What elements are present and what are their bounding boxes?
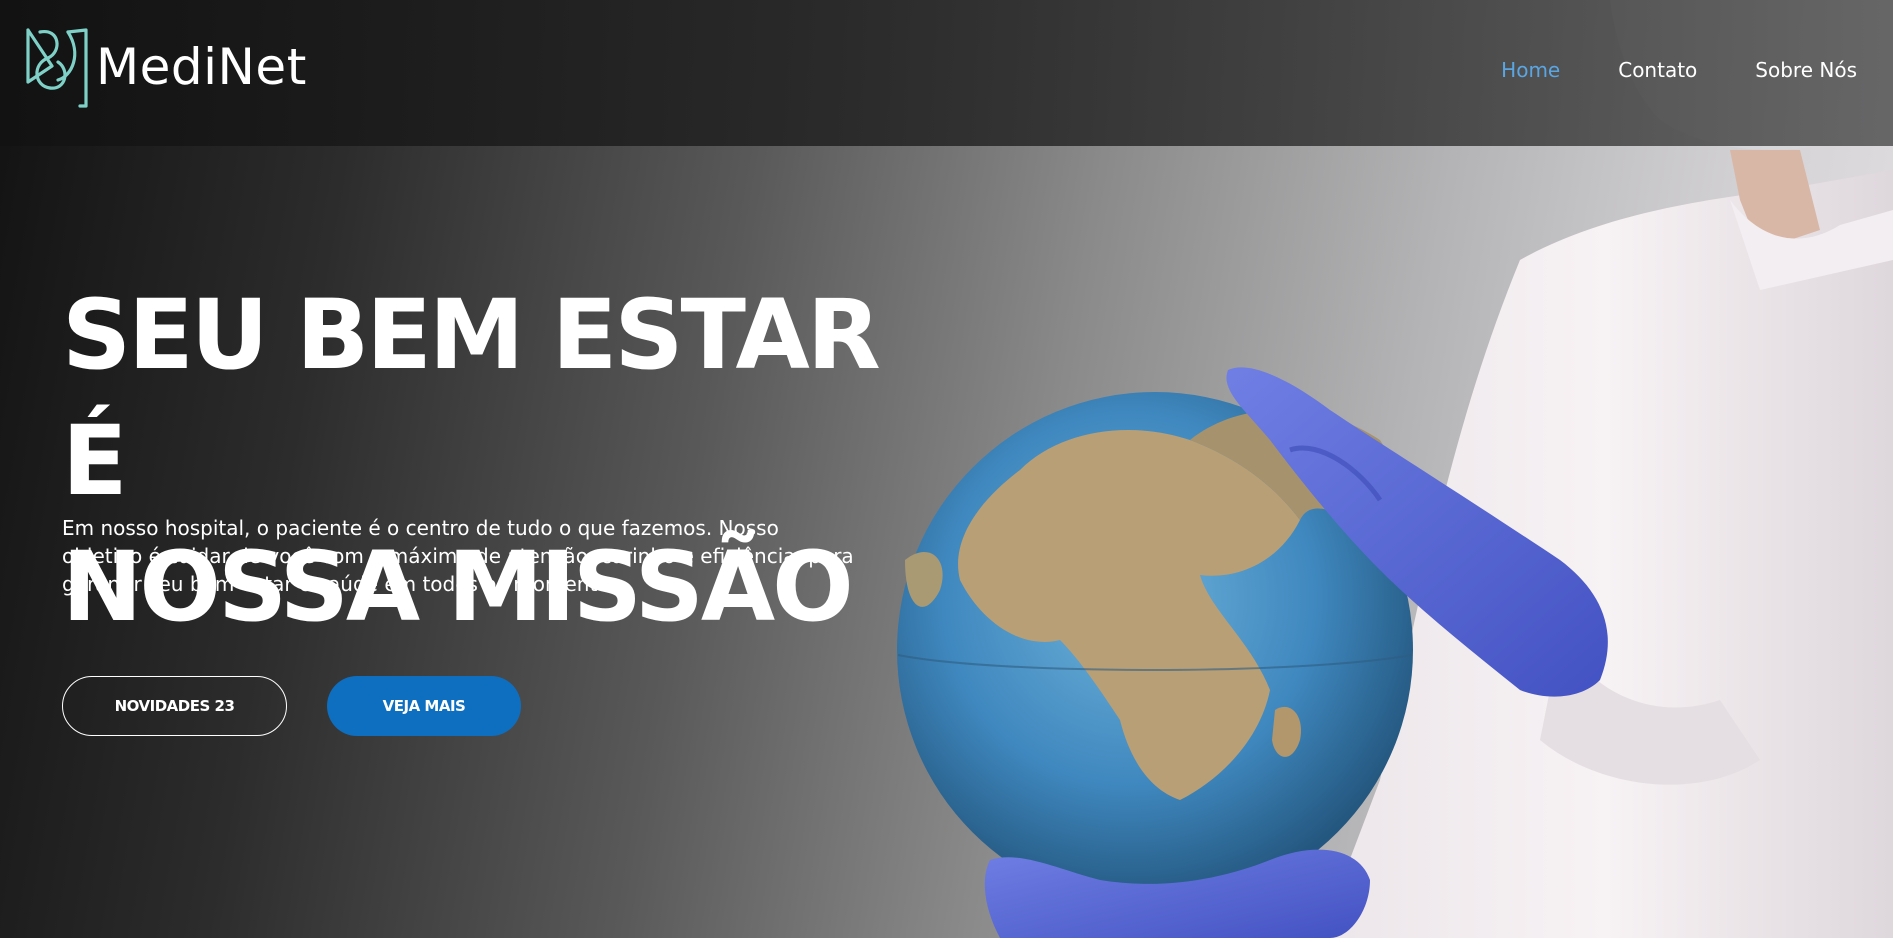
see-more-button[interactable]: VEJA MAIS <box>327 676 521 736</box>
main-nav: Home Contato Sobre Nós <box>1501 58 1857 82</box>
nav-link-sobre-nos[interactable]: Sobre Nós <box>1755 58 1857 82</box>
site-header: MediNet Home Contato Sobre Nós <box>0 0 1893 146</box>
nav-link-home[interactable]: Home <box>1501 58 1560 82</box>
hero-headline-line-1: SEU BEM ESTAR É <box>62 279 881 517</box>
brand-logo[interactable]: MediNet <box>22 24 307 110</box>
medinet-logo-icon <box>26 28 88 108</box>
news-button[interactable]: NOVIDADES 23 <box>62 676 287 736</box>
hero-section: MediNet Home Contato Sobre Nós SEU BEM E… <box>0 0 1893 938</box>
brand-name: MediNet <box>96 38 307 96</box>
hero-lead-text: Em nosso hospital, o paciente é o centro… <box>62 516 854 596</box>
nav-link-contato[interactable]: Contato <box>1618 58 1697 82</box>
